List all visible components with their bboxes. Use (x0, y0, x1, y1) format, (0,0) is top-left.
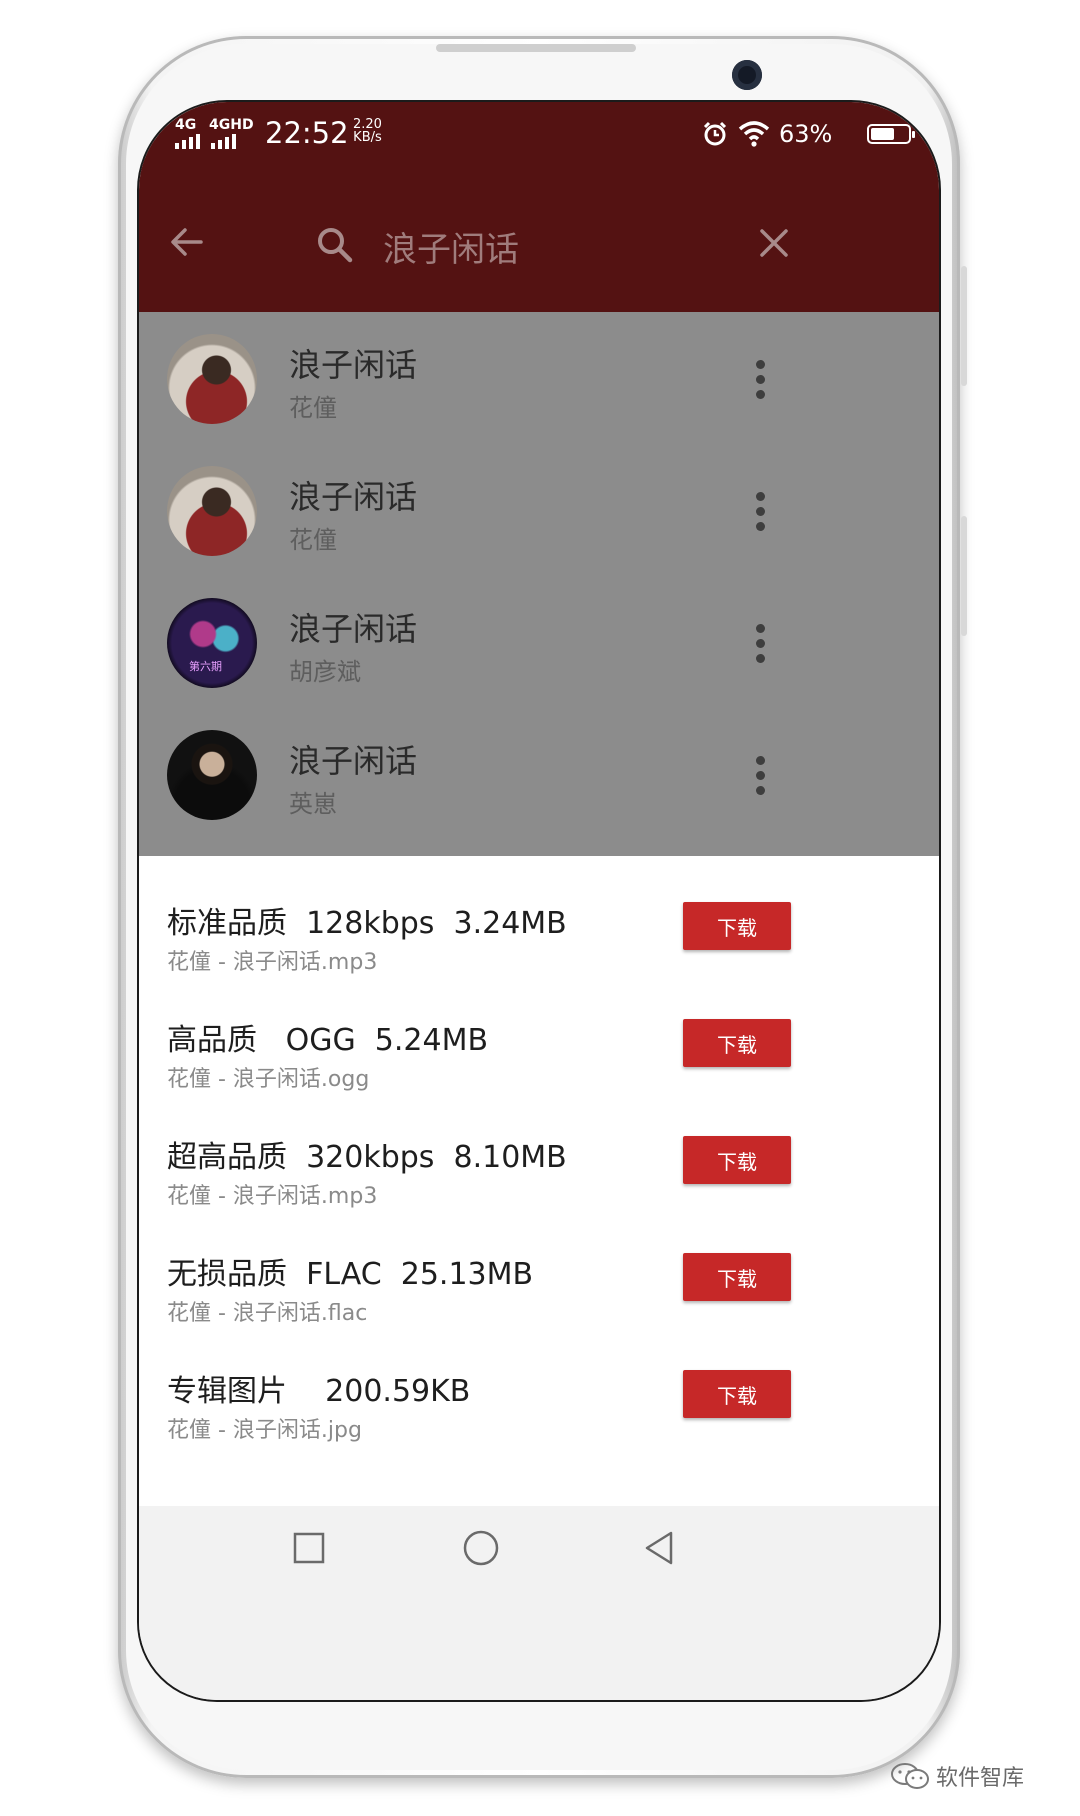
status-bar: 4G 4GHD 22:52 2.20 KB/s 63% (139, 102, 939, 188)
song-artist: 花僮 (289, 526, 337, 554)
search-input[interactable]: 浪子闲话 (383, 222, 519, 271)
song-artist: 胡彦斌 (289, 658, 361, 686)
download-button[interactable]: 下载 (683, 1136, 791, 1184)
option-title: 无损品质 FLAC 25.13MB (167, 1257, 534, 1292)
song-artist: 英崽 (289, 790, 337, 818)
song-title: 浪子闲话 (289, 742, 418, 780)
search-results-list: 浪子闲话 花僮 浪子闲话 花僮 第六期 浪子闲话 胡彦斌 浪子闲话 英崽 (139, 312, 939, 856)
option-title: 标准品质 128kbps 3.24MB (167, 906, 567, 941)
earpiece-speaker (436, 44, 636, 52)
download-option: 标准品质 128kbps 3.24MB 花僮 - 浪子闲话.mp3 下载 (139, 884, 939, 1001)
phone-screen: 4G 4GHD 22:52 2.20 KB/s 63% 浪子闲话 浪子闲话 花僮… (137, 100, 941, 1702)
signal-1-label: 4G (175, 117, 197, 133)
net-speed-unit: KB/s (353, 130, 382, 145)
option-filename: 花僮 - 浪子闲话.mp3 (167, 1184, 378, 1209)
result-row[interactable]: 第六期 浪子闲话 胡彦斌 (139, 576, 939, 708)
search-toolbar: 浪子闲话 (139, 188, 939, 312)
album-cover-text: 第六期 (189, 660, 222, 673)
album-cover (167, 334, 257, 424)
option-title: 高品质 OGG 5.24MB (167, 1023, 489, 1058)
song-title: 浪子闲话 (289, 346, 418, 384)
signal-2-label: 4GHD (209, 117, 254, 133)
recents-square-icon[interactable] (289, 1528, 329, 1568)
result-row[interactable]: 浪子闲话 花僮 (139, 444, 939, 576)
clock-time: 22:52 (265, 116, 349, 150)
battery-icon (867, 124, 915, 144)
result-row[interactable]: 浪子闲话 英崽 (139, 708, 939, 840)
download-options-sheet: 标准品质 128kbps 3.24MB 花僮 - 浪子闲话.mp3 下载 高品质… (139, 856, 939, 1506)
album-cover: 第六期 (167, 598, 257, 688)
option-filename: 花僮 - 浪子闲话.jpg (167, 1418, 362, 1443)
result-row[interactable]: 浪子闲话 花僮 (139, 312, 939, 444)
option-filename: 花僮 - 浪子闲话.mp3 (167, 950, 378, 975)
close-icon[interactable] (759, 228, 789, 258)
volume-button (961, 266, 967, 386)
album-cover (167, 730, 257, 820)
system-nav-bar (139, 1506, 939, 1700)
option-title: 超高品质 320kbps 8.10MB (167, 1140, 567, 1175)
more-options-icon[interactable] (756, 756, 766, 801)
wifi-icon (738, 121, 770, 147)
watermark-text: 软件智库 (936, 1766, 1025, 1791)
watermark: 软件智库 (890, 1760, 1024, 1792)
signal-2-bars-icon (211, 134, 236, 149)
download-button[interactable]: 下载 (683, 902, 791, 950)
alarm-icon (703, 121, 727, 146)
song-artist: 花僮 (289, 394, 337, 422)
more-options-icon[interactable] (756, 492, 766, 537)
signal-1-bars-icon (175, 134, 200, 149)
download-option: 无损品质 FLAC 25.13MB 花僮 - 浪子闲话.flac 下载 (139, 1235, 939, 1352)
more-options-icon[interactable] (756, 624, 766, 669)
download-option: 专辑图片 200.59KB 花僮 - 浪子闲话.jpg 下载 (139, 1352, 939, 1469)
net-speed: 2.20 KB/s (353, 118, 382, 144)
back-triangle-icon[interactable] (639, 1528, 679, 1568)
more-options-icon[interactable] (756, 360, 766, 405)
download-option: 超高品质 320kbps 8.10MB 花僮 - 浪子闲话.mp3 下载 (139, 1118, 939, 1235)
battery-percent: 63% (779, 120, 833, 148)
download-button[interactable]: 下载 (683, 1370, 791, 1418)
song-title: 浪子闲话 (289, 478, 418, 516)
download-button[interactable]: 下载 (683, 1019, 791, 1067)
home-circle-icon[interactable] (461, 1528, 501, 1568)
wechat-icon (891, 1763, 929, 1789)
song-title: 浪子闲话 (289, 610, 418, 648)
option-title: 专辑图片 200.59KB (167, 1374, 471, 1409)
front-camera (732, 60, 762, 90)
back-arrow-icon[interactable] (169, 224, 205, 260)
album-cover (167, 466, 257, 556)
download-button[interactable]: 下载 (683, 1253, 791, 1301)
search-icon (318, 228, 353, 263)
power-button (961, 516, 967, 636)
download-option: 高品质 OGG 5.24MB 花僮 - 浪子闲话.ogg 下载 (139, 1001, 939, 1118)
option-filename: 花僮 - 浪子闲话.flac (167, 1301, 368, 1326)
option-filename: 花僮 - 浪子闲话.ogg (167, 1067, 370, 1092)
battery-fill (871, 128, 894, 140)
